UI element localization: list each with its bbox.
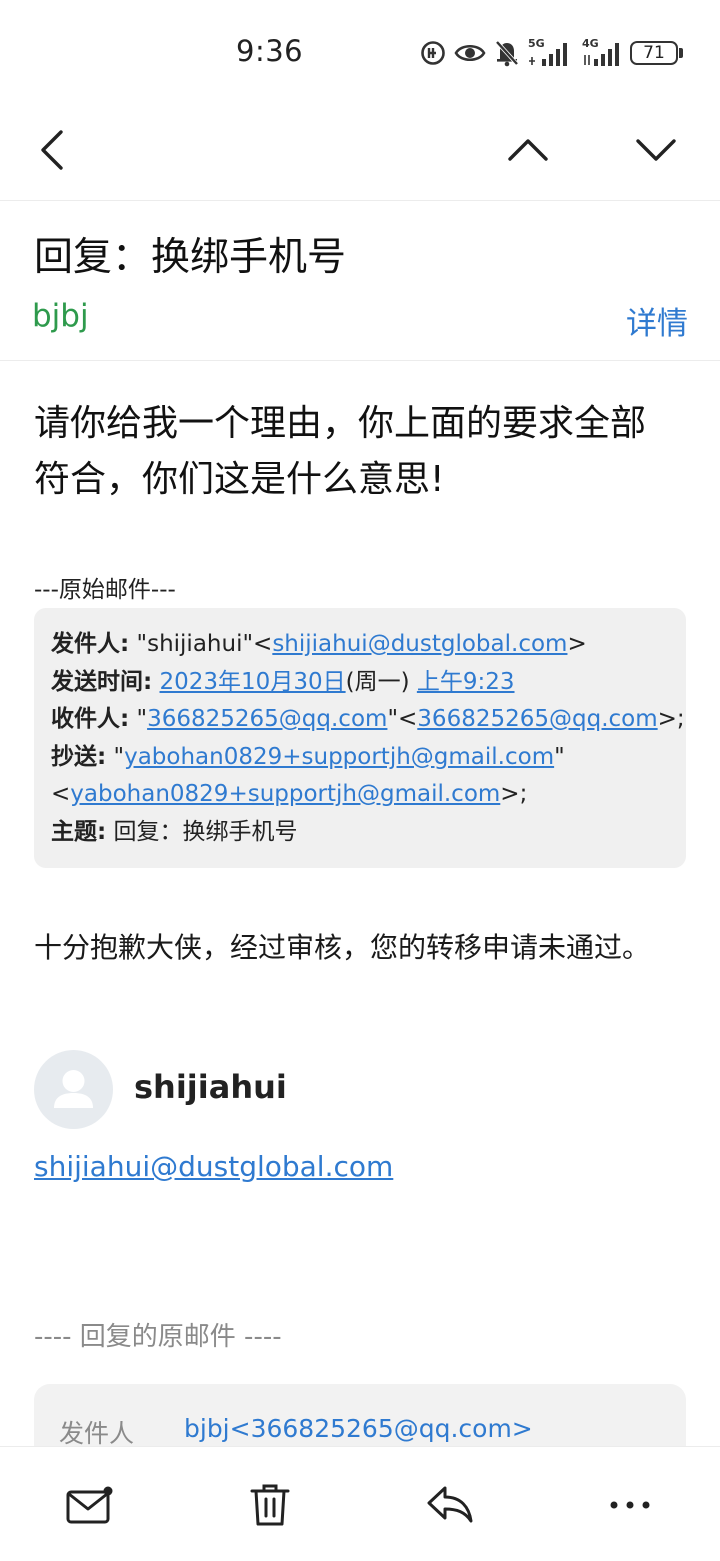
signature-email-link[interactable]: shijiahui@dustglobal.com (34, 1150, 393, 1183)
quoted-date-link[interactable]: 2023年10月30日 (160, 669, 346, 695)
battery-level: 71 (630, 41, 678, 65)
quoted-sent-time: 发送时间: 2023年10月30日(周一) 上午9:23 (51, 668, 515, 695)
signal-5g-icon: 5G (528, 37, 574, 67)
back-button[interactable] (22, 120, 82, 180)
email-body-line: 符合，你们这是什么意思! (34, 459, 445, 500)
email-body: 请你给我一个理由，你上面的要求全部 符合，你们这是什么意思! (34, 396, 686, 508)
previous-email-button[interactable] (498, 120, 558, 180)
mute-icon (494, 39, 520, 67)
quoted-from-email-link[interactable]: shijiahui@dustglobal.com (272, 631, 567, 657)
quoted-from: 发件人: "shijiahui"<shijiahui@dustglobal.co… (51, 631, 587, 657)
status-bar: 9:36 5G 4G 71 (0, 0, 720, 100)
quoted-cc-name-link[interactable]: yabohan0829+supportjh@gmail.com (124, 744, 554, 770)
reply-button[interactable] (420, 1475, 480, 1535)
back-arrow-icon (41, 130, 63, 170)
email-subject: 回复：换绑手机号 (34, 235, 347, 280)
quoted-header-box: 发件人: "shijiahui"<shijiahui@dustglobal.co… (34, 608, 686, 868)
person-icon (54, 1070, 93, 1108)
reply-original-separator: ---- 回复的原邮件 ---- (34, 1322, 282, 1352)
original-from-label: 发件人 (59, 1419, 135, 1448)
signature-name: shijiahui (134, 1068, 287, 1106)
chevron-down-icon (636, 139, 676, 161)
bottom-toolbar (0, 1446, 720, 1561)
battery-icon: 71 (630, 41, 683, 65)
quoted-to-email-link[interactable]: 366825265@qq.com (417, 706, 657, 732)
original-mail-label: ---原始邮件--- (34, 577, 176, 603)
status-icons: 5G 4G 71 (420, 36, 683, 70)
details-link[interactable]: 详情 (626, 298, 688, 343)
top-nav (0, 100, 720, 201)
sender-name[interactable]: bjbj (32, 298, 89, 334)
quoted-to-name-link[interactable]: 366825265@qq.com (147, 706, 387, 732)
quoted-cc: 抄送: "yabohan0829+supportjh@gmail.com" (51, 743, 565, 770)
delete-button[interactable] (240, 1475, 300, 1535)
email-body-line: 请你给我一个理由，你上面的要求全部 (34, 403, 647, 444)
chevron-up-icon (508, 139, 548, 161)
header-divider (0, 360, 720, 361)
trash-icon (250, 1484, 290, 1526)
data-saver-icon (420, 40, 446, 66)
quoted-subject: 主题: 回复：换绑手机号 (51, 818, 298, 845)
reply-text: 十分抱歉大侠，经过审核，您的转移申请未通过。 (34, 931, 651, 964)
next-email-button[interactable] (626, 120, 686, 180)
more-button[interactable] (600, 1475, 660, 1535)
quoted-time-link[interactable]: 上午9:23 (417, 669, 515, 695)
quoted-to: 收件人: "366825265@qq.com"<366825265@qq.com… (51, 706, 685, 732)
status-time: 9:36 (236, 34, 304, 68)
reply-icon (427, 1486, 473, 1523)
quoted-cc-email: <yabohan0829+supportjh@gmail.com>; (51, 781, 528, 807)
eye-icon (454, 41, 486, 65)
quoted-cc-email-link[interactable]: yabohan0829+supportjh@gmail.com (70, 781, 500, 807)
original-from-link[interactable]: bjbj<366825265@qq.com> (184, 1414, 533, 1443)
more-icon (610, 1501, 650, 1509)
mail-icon (66, 1486, 113, 1524)
signal-4g-icon: 4G (582, 37, 622, 67)
compose-button[interactable] (60, 1475, 120, 1535)
avatar[interactable] (34, 1050, 113, 1129)
